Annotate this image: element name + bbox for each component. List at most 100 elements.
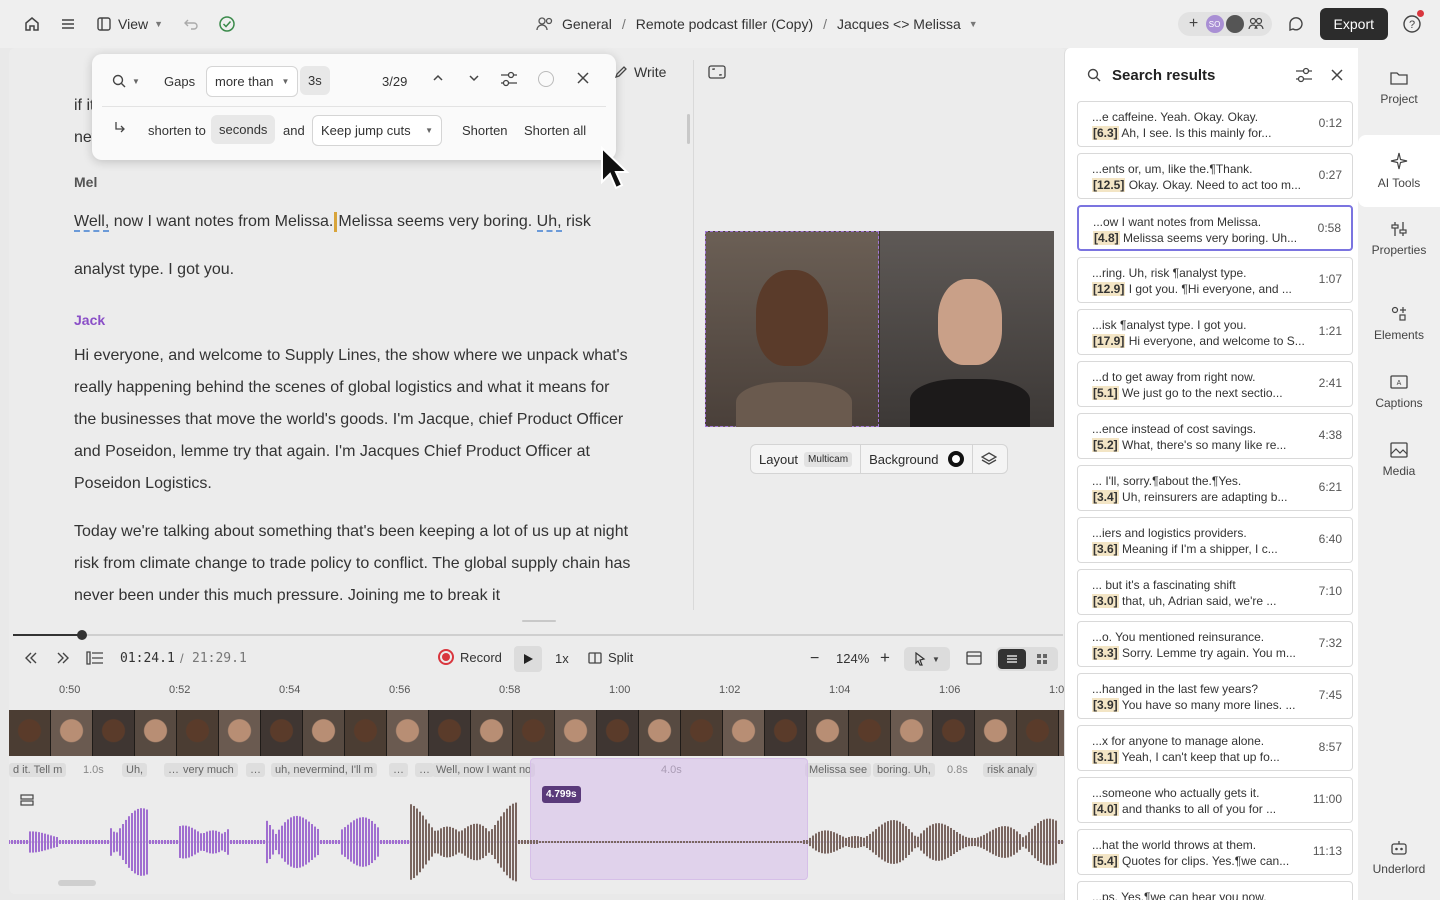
seconds-input[interactable]: seconds xyxy=(211,115,276,144)
next-match-icon[interactable] xyxy=(468,72,480,87)
search-result-item[interactable]: ...ow I want notes from Melissa. [4.8] Me… xyxy=(1077,205,1353,251)
video-preview[interactable] xyxy=(705,231,1054,427)
search-result-item[interactable]: ... I'll, sorry.¶about the.¶Yes. [3.4] Uh… xyxy=(1077,465,1353,511)
word-chip[interactable]: 0.8s xyxy=(943,763,972,777)
search-result-item[interactable]: ...iers and logistics providers. [3.6] Me… xyxy=(1077,517,1353,563)
filler-word[interactable]: Well, xyxy=(74,213,110,232)
fullscreen-icon[interactable] xyxy=(708,64,726,83)
shorten-button[interactable]: Shorten xyxy=(462,123,508,138)
close-icon[interactable] xyxy=(1330,68,1344,85)
close-icon[interactable] xyxy=(576,71,590,88)
camera-melissa[interactable] xyxy=(880,231,1054,427)
jump-cuts-dropdown[interactable]: Keep jump cuts ▼ xyxy=(312,115,442,146)
timeline-view-icon[interactable] xyxy=(966,650,982,669)
word-chip[interactable]: d it. Tell m xyxy=(9,763,67,777)
play-icon[interactable] xyxy=(514,646,542,672)
word-chip[interactable]: boring. Uh, xyxy=(873,763,935,777)
audio-waveform[interactable] xyxy=(9,800,1066,884)
filler-word[interactable]: Uh, xyxy=(536,213,562,232)
chapters-icon[interactable] xyxy=(86,650,104,669)
crumb-project[interactable]: Remote podcast filler (Copy) xyxy=(636,16,813,32)
search-result-item[interactable]: ...ps. Yes.¶we can hear you now. xyxy=(1077,881,1353,900)
comments-icon[interactable] xyxy=(1282,10,1310,38)
sidebar-item-elements[interactable]: Elements xyxy=(1358,288,1440,360)
crumb-workspace[interactable]: General xyxy=(562,16,612,32)
search-result-item[interactable]: ...ence instead of cost savings. [5.2] Wh… xyxy=(1077,413,1353,459)
select-tool-dropdown[interactable]: ▼ xyxy=(904,647,950,671)
record-button[interactable]: Record xyxy=(438,649,502,665)
comparator-dropdown[interactable]: more than ▼ xyxy=(206,66,299,97)
export-button[interactable]: Export xyxy=(1319,8,1388,40)
skip-forward-icon[interactable] xyxy=(56,652,70,667)
sidebar-item-underlord[interactable]: Underlord xyxy=(1358,822,1440,894)
transcript-text[interactable]: now I want notes from Melissa. xyxy=(109,213,334,230)
layout-button[interactable]: Layout Multicam xyxy=(751,445,862,473)
scrubber-handle[interactable] xyxy=(77,630,87,640)
filter-settings-icon[interactable] xyxy=(1295,67,1313,86)
search-result-item[interactable]: ...ents or, um, like the.¶Thank. [12.5] O… xyxy=(1077,153,1353,199)
collaborators[interactable]: + SO xyxy=(1177,12,1272,36)
crumb-composition[interactable]: Jacques <> Melissa xyxy=(837,16,961,32)
background-button[interactable]: Background xyxy=(861,445,974,473)
speaker-label-jack[interactable]: Jack xyxy=(74,304,634,336)
transcript-paragraph[interactable]: Today we're talking about something that… xyxy=(74,516,634,612)
transcript-text[interactable]: analyst type. I got you. xyxy=(74,261,234,278)
word-chip[interactable]: … xyxy=(246,763,265,777)
search-result-item[interactable]: ...someone who actually gets it. [4.0] an… xyxy=(1077,777,1353,823)
sidebar-item-ai-tools[interactable]: AI Tools xyxy=(1358,135,1440,207)
menu-icon[interactable] xyxy=(54,10,82,38)
sidebar-item-project[interactable]: Project xyxy=(1358,52,1440,124)
word-chip[interactable]: risk analy xyxy=(983,763,1038,777)
transcript-paragraph[interactable]: Hi everyone, and welcome to Supply Lines… xyxy=(74,340,634,500)
speaker-label-mel[interactable]: Mel xyxy=(74,166,634,198)
sidebar-item-media[interactable]: Media xyxy=(1358,424,1440,496)
search-result-item[interactable]: ... but it's a fascinating shift [3.0] th… xyxy=(1077,569,1353,615)
zoom-out-icon[interactable]: − xyxy=(810,650,819,668)
split-button[interactable]: Split xyxy=(588,650,633,665)
sidebar-item-captions[interactable]: A Captions xyxy=(1358,356,1440,428)
word-chip[interactable]: … xyxy=(389,763,408,777)
video-track[interactable] xyxy=(9,710,1066,756)
undo-icon[interactable] xyxy=(177,10,205,38)
timeline-ruler[interactable]: 0:50 0:52 0:54 0:56 0:58 1:00 1:02 1:04 1:06 1:08 xyxy=(9,684,1070,702)
playhead-scrubber[interactable] xyxy=(13,630,1063,640)
grid-view-icon[interactable] xyxy=(1030,649,1054,669)
word-chip[interactable]: 1.0s xyxy=(79,763,108,777)
transcript[interactable]: if it nev Mel Well, now I want notes fro… xyxy=(74,90,634,622)
scroll-handle[interactable] xyxy=(687,114,690,144)
transcript-text[interactable]: Melissa seems very boring. xyxy=(338,213,536,230)
transcript-paragraph[interactable]: Well, now I want notes from Melissa. Meli… xyxy=(74,198,634,294)
camera-jacques[interactable] xyxy=(705,231,879,427)
threshold-input[interactable]: 3s xyxy=(300,66,330,95)
list-view-icon[interactable] xyxy=(998,649,1026,669)
word-chip[interactable]: Well, now I want no xyxy=(432,763,536,777)
chevron-down-icon[interactable]: ▼ xyxy=(969,19,978,29)
search-result-item[interactable]: ...hat the world throws at them. [5.4] Qu… xyxy=(1077,829,1353,875)
previous-match-icon[interactable] xyxy=(432,72,444,87)
shorten-all-button[interactable]: Shorten all xyxy=(524,123,586,138)
panel-resize-handle[interactable] xyxy=(522,620,556,622)
add-collaborator-icon[interactable]: + xyxy=(1184,14,1204,34)
search-result-item[interactable]: ...o. You mentioned reinsurance. [3.3] So… xyxy=(1077,621,1353,667)
filter-settings-icon[interactable] xyxy=(500,71,518,90)
zoom-in-icon[interactable]: + xyxy=(880,648,890,668)
search-result-item[interactable]: ...e caffeine. Yeah. Okay. Okay. [6.3] Ah… xyxy=(1077,101,1353,147)
search-result-item[interactable]: ...isk ¶analyst type. I got you. [17.9] H… xyxy=(1077,309,1353,355)
panel-divider[interactable] xyxy=(693,60,694,610)
word-chip[interactable]: Uh, xyxy=(122,763,148,777)
playback-speed[interactable]: 1x xyxy=(555,651,569,666)
word-chip[interactable]: very much xyxy=(179,763,238,777)
view-menu-button[interactable]: View ▼ xyxy=(90,16,169,32)
word-chip[interactable]: uh, nevermind, I'll m xyxy=(271,763,378,777)
search-result-item[interactable]: ...hanged in the last few years? [3.9] Yo… xyxy=(1077,673,1353,719)
skip-back-icon[interactable] xyxy=(24,652,38,667)
layers-icon[interactable] xyxy=(973,445,1005,473)
transcript-text[interactable]: risk xyxy=(562,213,591,230)
home-icon[interactable] xyxy=(18,10,46,38)
search-result-item[interactable]: ...x for anyone to manage alone. [3.1] Ye… xyxy=(1077,725,1353,771)
horizontal-scrollbar[interactable] xyxy=(58,880,96,886)
help-icon[interactable]: ? xyxy=(1398,10,1426,38)
search-result-item[interactable]: ...ring. Uh, risk ¶analyst type. [12.9] I… xyxy=(1077,257,1353,303)
zoom-level[interactable]: 124% xyxy=(836,651,869,666)
search-mode-dropdown[interactable]: ▼ xyxy=(112,74,140,88)
